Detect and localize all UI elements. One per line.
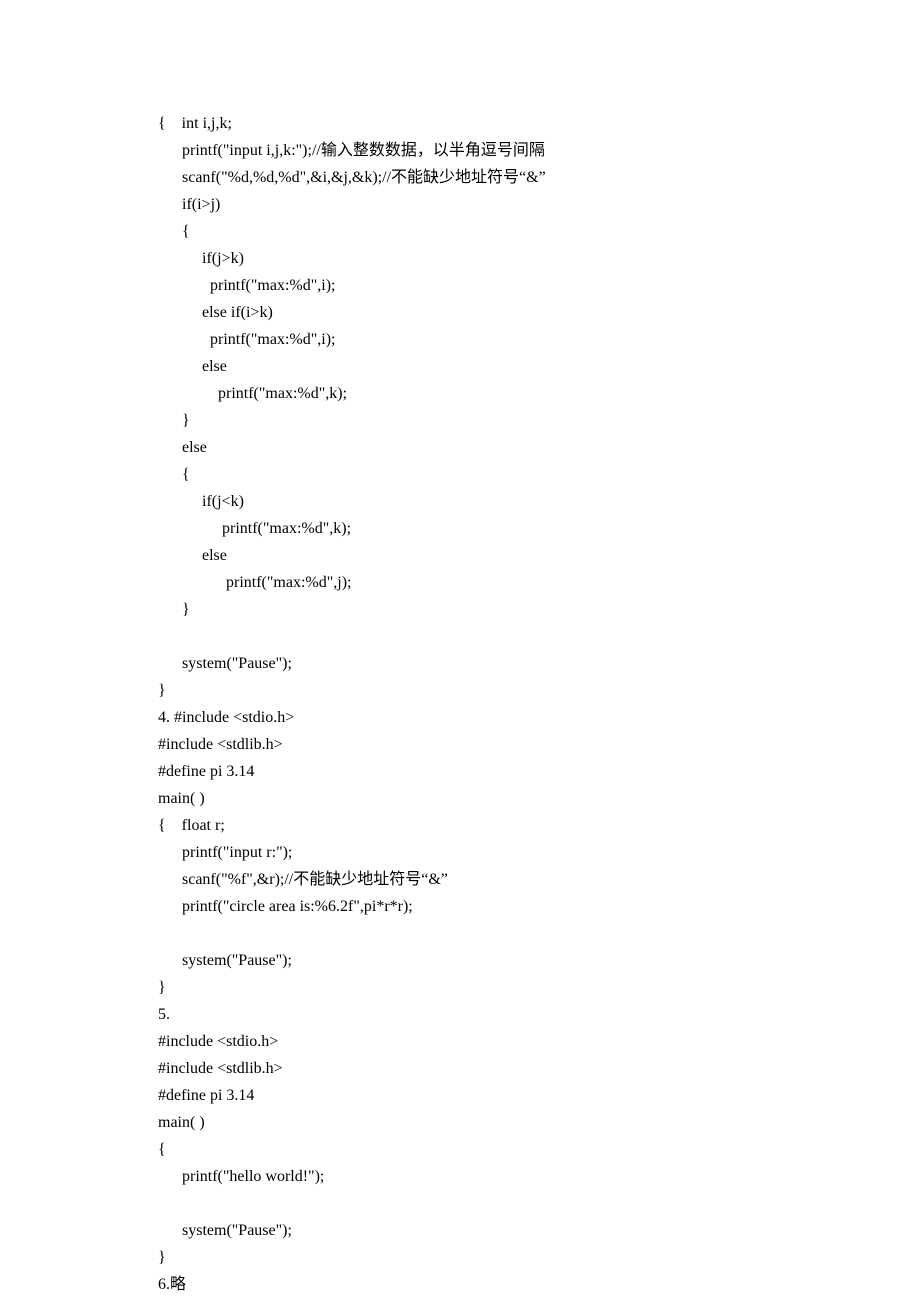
document-page: { int i,j,k; printf("input i,j,k:");//输入… bbox=[0, 0, 920, 1302]
code-line: { bbox=[158, 218, 920, 245]
code-line: if(i>j) bbox=[158, 191, 920, 218]
code-line bbox=[158, 623, 920, 650]
code-line: else bbox=[158, 542, 920, 569]
code-line: if(j>k) bbox=[158, 245, 920, 272]
code-listing: { int i,j,k; printf("input i,j,k:");//输入… bbox=[158, 110, 920, 1298]
code-line: 4. #include <stdio.h> bbox=[158, 704, 920, 731]
code-line: { bbox=[158, 461, 920, 488]
code-line bbox=[158, 1190, 920, 1217]
code-line: else if(i>k) bbox=[158, 299, 920, 326]
code-line: main( ) bbox=[158, 785, 920, 812]
code-line: { bbox=[158, 1136, 920, 1163]
code-line: printf("input i,j,k:");//输入整数数据，以半角逗号间隔 bbox=[158, 137, 920, 164]
code-line: #define pi 3.14 bbox=[158, 758, 920, 785]
code-line: #include <stdio.h> bbox=[158, 1028, 920, 1055]
code-line bbox=[158, 920, 920, 947]
code-line: { int i,j,k; bbox=[158, 110, 920, 137]
code-line: } bbox=[158, 596, 920, 623]
code-line: if(j<k) bbox=[158, 488, 920, 515]
code-line: system("Pause"); bbox=[158, 947, 920, 974]
code-line: { float r; bbox=[158, 812, 920, 839]
code-line: scanf("%f",&r);//不能缺少地址符号“&” bbox=[158, 866, 920, 893]
code-line: printf("max:%d",j); bbox=[158, 569, 920, 596]
code-line: else bbox=[158, 434, 920, 461]
code-line: main( ) bbox=[158, 1109, 920, 1136]
code-line: #define pi 3.14 bbox=[158, 1082, 920, 1109]
code-line: } bbox=[158, 677, 920, 704]
code-line: printf("max:%d",k); bbox=[158, 380, 920, 407]
code-line: #include <stdlib.h> bbox=[158, 1055, 920, 1082]
code-line: printf("max:%d",i); bbox=[158, 272, 920, 299]
code-line: } bbox=[158, 974, 920, 1001]
code-line: system("Pause"); bbox=[158, 1217, 920, 1244]
code-line: system("Pause"); bbox=[158, 650, 920, 677]
code-line: printf("circle area is:%6.2f",pi*r*r); bbox=[158, 893, 920, 920]
code-line: scanf("%d,%d,%d",&i,&j,&k);//不能缺少地址符号“&” bbox=[158, 164, 920, 191]
code-line: #include <stdlib.h> bbox=[158, 731, 920, 758]
code-line: printf("input r:"); bbox=[158, 839, 920, 866]
code-line: } bbox=[158, 407, 920, 434]
code-line: printf("max:%d",k); bbox=[158, 515, 920, 542]
code-line: printf("max:%d",i); bbox=[158, 326, 920, 353]
code-line: else bbox=[158, 353, 920, 380]
code-line: 6.略 bbox=[158, 1271, 920, 1298]
code-line: } bbox=[158, 1244, 920, 1271]
code-line: 5. bbox=[158, 1001, 920, 1028]
code-line: printf("hello world!"); bbox=[158, 1163, 920, 1190]
